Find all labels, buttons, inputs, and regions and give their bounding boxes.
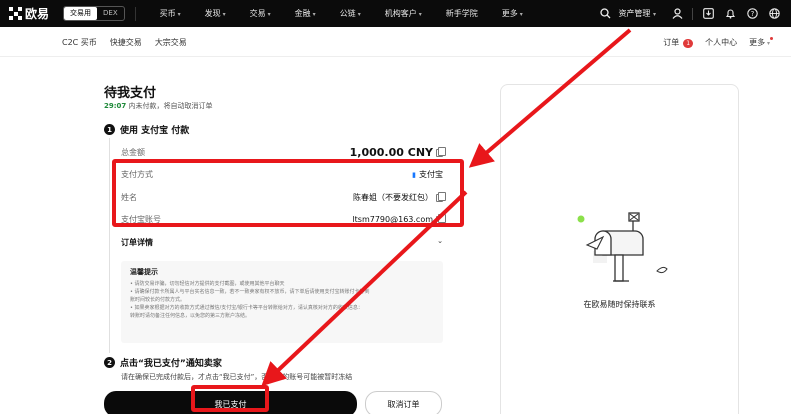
payment-timer: 29:07 内未付款，将自动取消订单 (104, 101, 213, 111)
nav-item-0[interactable]: 买币 ▾ (148, 8, 181, 19)
top-right-tools: 资产管理 ▾ ? (594, 0, 785, 27)
step-connector (109, 138, 110, 353)
mailbox-illustration (573, 211, 673, 294)
notice-lines: • 请防交易诈骗，切勿轻信对方提供的支付截图，或使用其他平台聊天 • 请确保付款卡… (130, 280, 434, 320)
sub-navigation: C2C 买币 快捷交易 大宗交易 订单 1 个人中心 更多 ▾ (0, 27, 791, 57)
orders-label: 订单 (663, 37, 680, 47)
step-number: 1 (104, 124, 115, 135)
okx-logo-icon (9, 7, 22, 20)
download-icon[interactable] (697, 0, 719, 27)
nav-item-label: 交易 (249, 9, 266, 18)
notice-title: 温馨提示 (130, 268, 158, 276)
divider (692, 7, 693, 20)
notification-dot (770, 36, 773, 40)
orders-count-badge: 1 (683, 38, 694, 48)
step-2-title: 点击“我已支付”通知卖家 (120, 359, 222, 369)
highlight-box-payee-info (112, 159, 464, 227)
chevron-down-icon: ▾ (418, 11, 422, 18)
total-amount-value-group: 1,000.00 CNY (349, 146, 446, 159)
mode-tab-exchange[interactable]: 交易用 (64, 7, 98, 20)
mode-switch: 交易用 DEX (63, 6, 125, 21)
brand-name: 欧易 (25, 7, 50, 21)
nav-item-label: 买币 (159, 9, 176, 18)
notice-line: 账时间较长的付款方式。 (130, 297, 186, 303)
subnav-quick-trade[interactable]: 快捷交易 (110, 37, 142, 48)
total-amount-label: 总金额 (121, 148, 145, 157)
step-number: 2 (104, 357, 115, 368)
orders-link[interactable]: 订单 1 (663, 37, 694, 48)
nav-item-4[interactable]: 公链 ▾ (328, 8, 361, 19)
nav-item-6[interactable]: 新手学院 (434, 8, 478, 19)
main-nav: 买币 ▾ 发现 ▾ 交易 ▾ 金融 ▾ 公链 ▾ 机构客户 ▾ 新手学院 更多 ▾ (134, 6, 523, 21)
asset-management-label: 资产管理 (618, 9, 651, 18)
nav-item-1[interactable]: 发现 ▾ (193, 8, 226, 19)
notice-line: • 如果卖家根据对方的收款方式通过微信/支付宝/银行卡等平台转账给对方，请认真核… (130, 305, 363, 311)
more-menu[interactable]: 更多 ▾ (749, 36, 773, 48)
total-amount-value: 1,000.00 CNY (349, 146, 433, 159)
total-amount-row: 总金额 1,000.00 CNY (121, 146, 446, 159)
countdown: 29:07 (104, 102, 127, 110)
highlight-box-pay-button (191, 385, 269, 412)
chevron-down-icon: ▾ (312, 11, 316, 18)
nav-item-3[interactable]: 金融 ▾ (283, 8, 316, 19)
svg-text:?: ? (750, 10, 754, 18)
nav-item-5[interactable]: 机构客户 ▾ (373, 8, 422, 19)
step-1-title: 使用 支付宝 付款 (120, 126, 190, 136)
chevron-down-icon: ▾ (357, 11, 361, 18)
notice-line: 转账时请勿备注任何信息，以免您的第三方账户冻结。 (130, 313, 251, 319)
notice-line: • 请防交易诈骗，切勿轻信对方提供的支付截图，或使用其他平台聊天 (130, 281, 285, 287)
okx-logo[interactable]: 欧易 (9, 5, 49, 22)
timer-text: 内未付款，将自动取消订单 (128, 102, 213, 110)
subnav-c2c[interactable]: C2C 买币 (62, 37, 97, 48)
nav-item-7[interactable]: 更多 ▾ (490, 8, 523, 19)
globe-icon[interactable] (763, 0, 785, 27)
step-1-header: 1 使用 支付宝 付款 (104, 123, 189, 136)
copy-icon[interactable] (436, 146, 446, 157)
nav-item-label: 公链 (339, 9, 356, 18)
asset-management-menu[interactable]: 资产管理 ▾ (618, 8, 656, 19)
order-details-toggle[interactable]: 订单详情 ⌄ (121, 237, 443, 248)
nav-item-label: 发现 (204, 9, 221, 18)
nav-item-label: 新手学院 (445, 9, 478, 18)
nav-item-2[interactable]: 交易 ▾ (238, 8, 271, 19)
user-icon[interactable] (666, 0, 688, 27)
nav-item-label: 机构客户 (384, 9, 417, 18)
chevron-down-icon: ▾ (177, 11, 181, 18)
bell-icon[interactable] (719, 0, 741, 27)
order-details-label: 订单详情 (121, 238, 153, 247)
step-2-header: 2 点击“我已支付”通知卖家 (104, 356, 222, 369)
more-label: 更多 (749, 37, 766, 47)
chevron-down-icon: ▾ (652, 11, 656, 18)
search-icon[interactable] (594, 0, 616, 27)
cancel-order-button[interactable]: 取消订单 (365, 391, 442, 414)
chevron-down-icon: ▾ (222, 11, 226, 18)
notice-line: • 请确保付款卡所属人与平台实名信息一致，若不一致卖家有权不放币，请下单后请使用… (130, 289, 370, 295)
nav-item-label: 更多 (501, 9, 518, 18)
contact-caption: 在欧易随时保持联系 (583, 300, 656, 309)
nav-item-label: 金融 (294, 9, 311, 18)
chevron-down-icon: ▾ (765, 39, 770, 47)
mode-tab-dex[interactable]: DEX (97, 7, 124, 20)
page-title: 待我支付 (104, 86, 157, 101)
chevron-down-icon: ⌄ (437, 237, 443, 245)
step-2-description: 请在确保已完成付款后，才点击“我已支付”，否则您的账号可能被暂时冻结 (121, 373, 353, 381)
chevron-down-icon: ▾ (267, 11, 271, 18)
help-icon[interactable]: ? (741, 0, 763, 27)
user-center-link[interactable]: 个人中心 (705, 37, 737, 48)
subnav-block-trade[interactable]: 大宗交易 (155, 37, 187, 48)
notice-box: 温馨提示 • 请防交易诈骗，切勿轻信对方提供的支付截图，或使用其他平台聊天 • 请… (121, 261, 443, 343)
top-navigation-bar: 欧易 交易用 DEX 买币 ▾ 发现 ▾ 交易 ▾ 金融 ▾ 公链 ▾ 机构客户 ▾ 新手学院 更多 ▾ 资… (0, 0, 791, 27)
chevron-down-icon: ▾ (519, 11, 523, 18)
contact-panel: 在欧易随时保持联系 (500, 84, 739, 414)
